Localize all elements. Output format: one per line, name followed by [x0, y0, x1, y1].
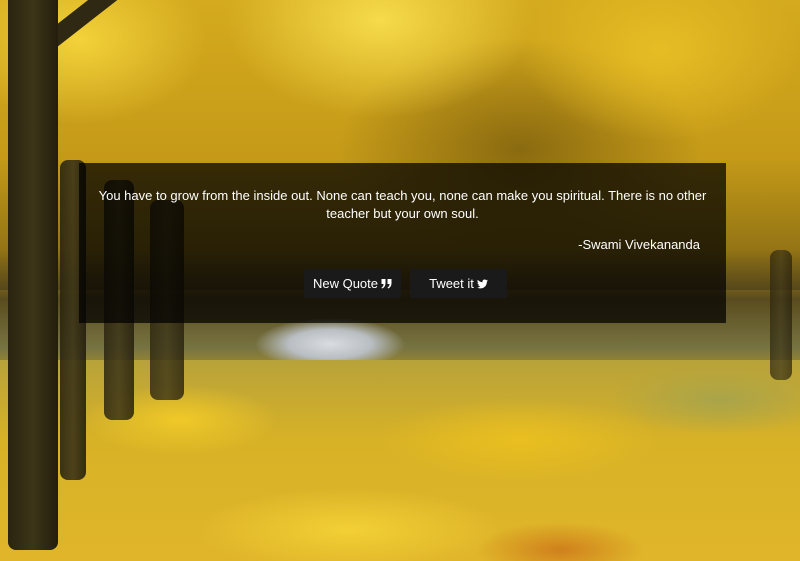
- quote-text: You have to grow from the inside out. No…: [98, 188, 707, 221]
- tweet-button[interactable]: Tweet it: [410, 269, 507, 298]
- tree-trunk: [770, 250, 792, 380]
- tweet-label: Tweet it: [429, 276, 474, 291]
- quote-author: -Swami Vivekananda: [578, 237, 700, 252]
- new-quote-button[interactable]: New Quote: [304, 269, 401, 298]
- quote-box: You have to grow from the inside out. No…: [79, 163, 726, 323]
- twitter-icon: [476, 278, 488, 289]
- quote-right-icon: [381, 278, 392, 289]
- tree-trunk-foreground: [8, 0, 58, 550]
- new-quote-label: New Quote: [312, 276, 379, 291]
